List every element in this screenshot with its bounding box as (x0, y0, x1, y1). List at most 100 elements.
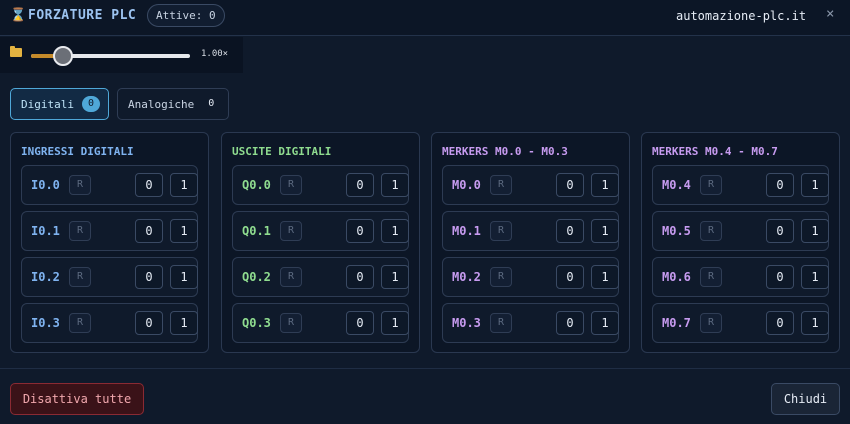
force-0-button[interactable]: 0 (346, 173, 374, 197)
panel-merkers: MERKERS M0.0 - M0.3 M0.0 R 0 1 M0.1 R 0 1 M0.2 R 0 1… (431, 132, 630, 353)
header-bar: ⌛ FORZATURE PLC Attive: 0 automazione-pl… (0, 0, 850, 36)
tab-analogiche[interactable]: Analogiche 0 (117, 88, 229, 120)
force-1-button[interactable]: 1 (591, 219, 619, 243)
address-label: Q0.3 (242, 316, 271, 330)
tab-digitali[interactable]: Digitali 0 (10, 88, 109, 120)
site-label: automazione-plc.it (676, 9, 807, 23)
force-1-button[interactable]: 1 (170, 311, 198, 335)
force-row: M0.0 R 0 1 (442, 165, 619, 205)
disable-all-button[interactable]: Disattiva tutte (10, 383, 144, 415)
force-0-button[interactable]: 0 (346, 219, 374, 243)
reset-button[interactable]: R (490, 175, 512, 195)
tab-count-badge: 0 (208, 98, 215, 109)
force-0-button[interactable]: 0 (346, 265, 374, 289)
close-button[interactable]: Chiudi (771, 383, 840, 415)
panel-inputs: INGRESSI DIGITALI I0.0 R 0 1 I0.1 R 0 1 I0.2 R 0 1 I0… (10, 132, 209, 353)
force-1-button[interactable]: 1 (801, 219, 829, 243)
force-0-button[interactable]: 0 (135, 311, 163, 335)
reset-button[interactable]: R (700, 221, 722, 241)
force-1-button[interactable]: 1 (801, 265, 829, 289)
force-row: I0.1 R 0 1 (21, 211, 198, 251)
address-label: I0.3 (31, 316, 60, 330)
force-0-button[interactable]: 0 (135, 219, 163, 243)
reset-button[interactable]: R (69, 313, 91, 333)
panel-outputs: USCITE DIGITALI Q0.0 R 0 1 Q0.1 R 0 1 Q0.2 R 0 1 Q0.3… (221, 132, 420, 353)
force-1-button[interactable]: 1 (801, 173, 829, 197)
address-label: M0.3 (452, 316, 481, 330)
address-label: M0.6 (662, 270, 691, 284)
force-row: I0.2 R 0 1 (21, 257, 198, 297)
reset-button[interactable]: R (280, 175, 302, 195)
footer-divider (0, 368, 850, 369)
tab-label: Digitali (21, 97, 74, 111)
force-row: M0.6 R 0 1 (652, 257, 829, 297)
address-label: I0.2 (31, 270, 60, 284)
tab-label: Analogiche (128, 97, 195, 111)
reset-button[interactable]: R (700, 175, 722, 195)
folder-icon[interactable] (10, 46, 22, 57)
reset-button[interactable]: R (700, 313, 722, 333)
address-label: M0.7 (662, 316, 691, 330)
zoom-toolbar: 1.00× (0, 37, 243, 73)
force-0-button[interactable]: 0 (135, 265, 163, 289)
reset-button[interactable]: R (280, 221, 302, 241)
page-title: FORZATURE PLC (28, 8, 137, 23)
address-label: M0.1 (452, 224, 481, 238)
force-1-button[interactable]: 1 (591, 173, 619, 197)
address-label: Q0.1 (242, 224, 271, 238)
force-row: I0.0 R 0 1 (21, 165, 198, 205)
force-row: Q0.3 R 0 1 (232, 303, 409, 343)
address-label: I0.0 (31, 178, 60, 192)
force-1-button[interactable]: 1 (591, 265, 619, 289)
force-0-button[interactable]: 0 (766, 311, 794, 335)
close-icon[interactable]: × (826, 6, 834, 22)
force-1-button[interactable]: 1 (801, 311, 829, 335)
force-1-button[interactable]: 1 (381, 265, 409, 289)
reset-button[interactable]: R (490, 221, 512, 241)
force-row: Q0.1 R 0 1 (232, 211, 409, 251)
force-0-button[interactable]: 0 (135, 173, 163, 197)
force-0-button[interactable]: 0 (556, 265, 584, 289)
address-label: M0.0 (452, 178, 481, 192)
force-1-button[interactable]: 1 (381, 219, 409, 243)
zoom-slider[interactable] (31, 46, 190, 66)
reset-button[interactable]: R (280, 313, 302, 333)
force-1-button[interactable]: 1 (170, 219, 198, 243)
force-0-button[interactable]: 0 (556, 219, 584, 243)
force-0-button[interactable]: 0 (556, 311, 584, 335)
address-label: I0.1 (31, 224, 60, 238)
address-label: Q0.0 (242, 178, 271, 192)
reset-button[interactable]: R (490, 313, 512, 333)
reset-button[interactable]: R (69, 175, 91, 195)
reset-button[interactable]: R (700, 267, 722, 287)
force-row: M0.1 R 0 1 (442, 211, 619, 251)
panel-title: INGRESSI DIGITALI (21, 145, 134, 158)
panel-merkers: MERKERS M0.4 - M0.7 M0.4 R 0 1 M0.5 R 0 1 M0.6 R 0 1… (641, 132, 840, 353)
zoom-slider-thumb[interactable] (52, 46, 73, 66)
force-0-button[interactable]: 0 (346, 311, 374, 335)
reset-button[interactable]: R (280, 267, 302, 287)
force-1-button[interactable]: 1 (381, 311, 409, 335)
active-count-badge: Attive: 0 (147, 4, 225, 27)
force-row: M0.5 R 0 1 (652, 211, 829, 251)
force-0-button[interactable]: 0 (766, 173, 794, 197)
reset-button[interactable]: R (69, 267, 91, 287)
force-1-button[interactable]: 1 (170, 173, 198, 197)
reset-button[interactable]: R (490, 267, 512, 287)
force-row: Q0.2 R 0 1 (232, 257, 409, 297)
address-label: Q0.2 (242, 270, 271, 284)
force-row: Q0.0 R 0 1 (232, 165, 409, 205)
force-row: M0.4 R 0 1 (652, 165, 829, 205)
force-0-button[interactable]: 0 (766, 219, 794, 243)
force-0-button[interactable]: 0 (766, 265, 794, 289)
force-row: M0.3 R 0 1 (442, 303, 619, 343)
force-1-button[interactable]: 1 (381, 173, 409, 197)
force-0-button[interactable]: 0 (556, 173, 584, 197)
panel-title: MERKERS M0.4 - M0.7 (652, 145, 778, 158)
force-row: I0.3 R 0 1 (21, 303, 198, 343)
reset-button[interactable]: R (69, 221, 91, 241)
panel-title: MERKERS M0.0 - M0.3 (442, 145, 568, 158)
force-1-button[interactable]: 1 (170, 265, 198, 289)
force-1-button[interactable]: 1 (591, 311, 619, 335)
hourglass-icon: ⌛ (10, 8, 27, 23)
